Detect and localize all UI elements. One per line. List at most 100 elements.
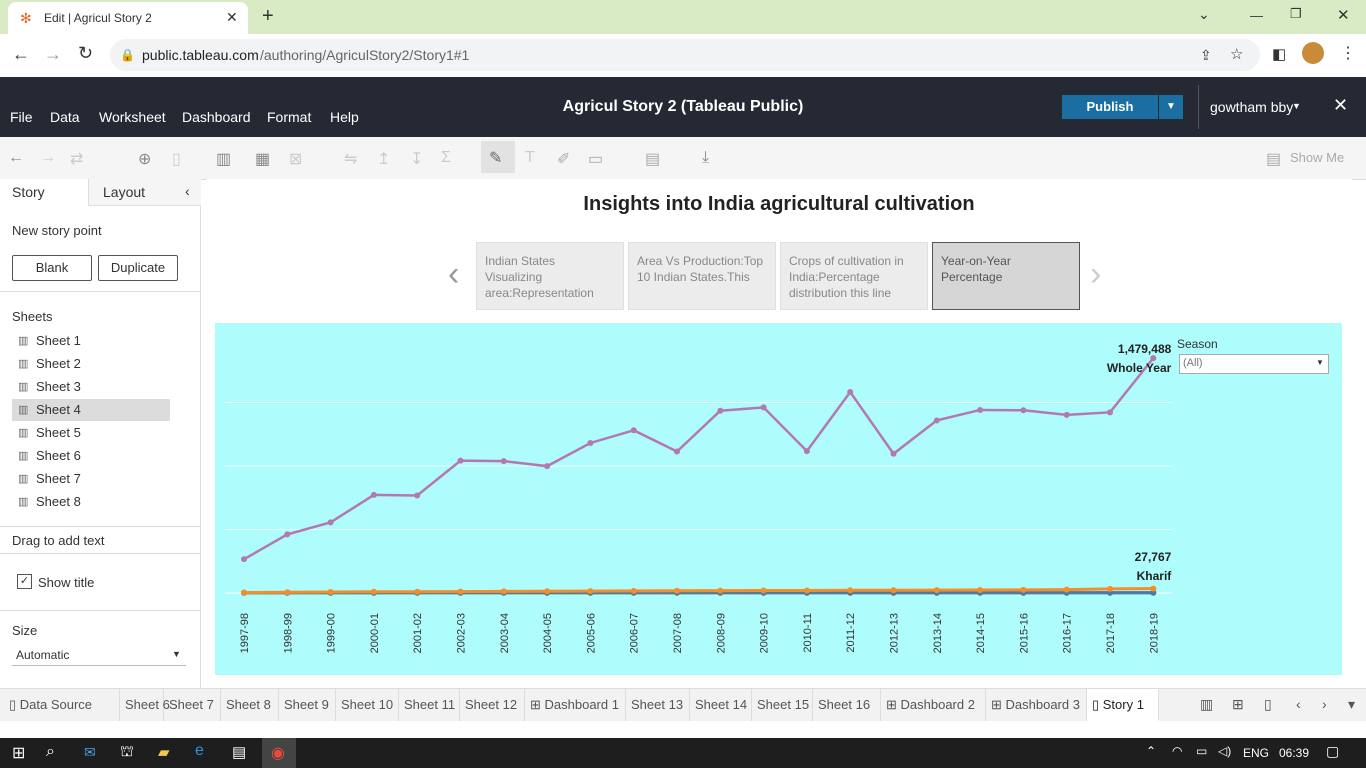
language-indicator[interactable]: ENG: [1243, 746, 1269, 760]
show-me-icon[interactable]: ▤: [1266, 149, 1281, 169]
browser-menu-icon[interactable]: ⋮: [1340, 43, 1356, 63]
sheet-tab[interactable]: Sheet 8: [221, 689, 279, 721]
sheet-tab[interactable]: Sheet 11: [399, 689, 460, 721]
tab-story[interactable]: Story: [0, 179, 88, 206]
sort-asc-icon[interactable]: ↥: [377, 149, 390, 169]
duplicate-button[interactable]: Duplicate: [98, 255, 178, 281]
scroll-right-icon[interactable]: ›: [1322, 696, 1327, 712]
fit-icon[interactable]: ▭: [588, 149, 603, 169]
story-point-2[interactable]: Area Vs Production:Top 10 Indian States.…: [628, 242, 776, 310]
sheet-tab[interactable]: Sheet 16: [813, 689, 881, 721]
story-point-1[interactable]: Indian States Visualizing area:Represent…: [476, 242, 624, 310]
new-story-icon[interactable]: ▯: [1264, 696, 1272, 713]
sheet-list-item-selected[interactable]: ▥ Sheet 4: [12, 399, 170, 421]
labels-icon[interactable]: T: [525, 149, 535, 167]
new-worksheet-icon[interactable]: ▥: [216, 149, 231, 169]
profile-avatar[interactable]: [1302, 42, 1324, 64]
collapse-pane-icon[interactable]: ‹: [185, 183, 190, 199]
forward-icon[interactable]: →: [44, 44, 62, 65]
edge-icon[interactable]: e: [195, 742, 204, 760]
sheet-tab[interactable]: Sheet 14: [690, 689, 752, 721]
format-icon[interactable]: ✐: [557, 149, 570, 169]
show-title-checkbox[interactable]: ✓: [17, 574, 32, 589]
battery-icon[interactable]: ▭: [1196, 744, 1207, 758]
clear-sheet-icon[interactable]: ⊠: [289, 149, 302, 169]
swap-icon[interactable]: ⇋: [344, 149, 357, 169]
new-datasource-icon[interactable]: ⊕: [138, 149, 151, 169]
sheet-tab[interactable]: Sheet 15: [752, 689, 813, 721]
sheet-list-item[interactable]: ▥ Sheet 1: [12, 330, 170, 352]
sheet-tab[interactable]: Sheet 12: [460, 689, 525, 721]
window-close-icon[interactable]: ✕: [1337, 6, 1350, 24]
sheet-tab[interactable]: Sheet 7: [164, 689, 221, 721]
publish-button[interactable]: Publish: [1062, 95, 1158, 119]
sheet-list-item[interactable]: ▥ Sheet 5: [12, 422, 170, 444]
sheet-list-item[interactable]: ▥ Sheet 3: [12, 376, 170, 398]
menu-dashboard[interactable]: Dashboard: [182, 109, 251, 125]
store-icon[interactable]: ⛫: [120, 743, 134, 762]
pause-updates-icon[interactable]: ▯: [172, 149, 181, 169]
story-point-3[interactable]: Crops of cultivation in India:Percentage…: [780, 242, 928, 310]
download-icon[interactable]: ⤓: [702, 149, 709, 167]
restore-icon[interactable]: ❐: [1290, 6, 1302, 22]
url-field[interactable]: 🔒 public.tableau.com /authoring/AgriculS…: [110, 39, 1260, 71]
tab-layout[interactable]: Layout ‹: [88, 179, 201, 206]
sheet-tab[interactable]: Sheet 13: [626, 689, 690, 721]
sheet-tab[interactable]: Sheet 6: [120, 689, 170, 721]
windows-start-icon[interactable]: ⊞: [12, 743, 25, 763]
sheet-list-item[interactable]: ▥ Sheet 8: [12, 491, 170, 513]
notifications-icon[interactable]: ▢: [1326, 743, 1339, 760]
wifi-icon[interactable]: ◠: [1172, 744, 1182, 758]
sort-desc-icon[interactable]: ↧: [410, 149, 423, 169]
season-filter-select[interactable]: (All) ▼: [1179, 354, 1329, 374]
sheet-tab[interactable]: Sheet 10: [336, 689, 399, 721]
new-tab-icon[interactable]: +: [262, 5, 274, 28]
clock[interactable]: 06:39: [1279, 746, 1309, 760]
undo-icon[interactable]: ←: [8, 149, 24, 167]
sheet-tab[interactable]: ⊞ Dashboard 1: [525, 689, 626, 721]
menu-format[interactable]: Format: [267, 109, 311, 125]
chrome-taskbar-button[interactable]: ◉: [262, 738, 296, 768]
sidepanel-icon[interactable]: ◧: [1272, 45, 1286, 63]
search-icon[interactable]: ⌕: [46, 743, 55, 761]
user-menu[interactable]: gowtham bby: [1210, 99, 1293, 115]
menu-help[interactable]: Help: [330, 109, 359, 125]
totals-icon[interactable]: Σ: [441, 149, 451, 167]
sheet-tab[interactable]: Sheet 9: [279, 689, 336, 721]
publish-dropdown-icon[interactable]: ▼: [1159, 95, 1183, 119]
file-explorer-icon[interactable]: ▰: [158, 743, 170, 761]
share-icon[interactable]: ⇪: [1200, 39, 1212, 71]
drag-to-add-text[interactable]: Drag to add text: [12, 533, 105, 548]
data-source-tab[interactable]: ▯ Data Source: [4, 689, 120, 721]
sheet-list-item[interactable]: ▥ Sheet 2: [12, 353, 170, 375]
next-story-point-icon[interactable]: ›: [1090, 257, 1101, 291]
sheet-tab[interactable]: ⊞ Dashboard 3: [986, 689, 1087, 721]
user-chevron-down-icon[interactable]: ▼: [1292, 101, 1301, 111]
blank-button[interactable]: Blank: [12, 255, 92, 281]
show-me-button[interactable]: Show Me: [1290, 150, 1344, 165]
story-point-4-active[interactable]: Year-on-Year Percentage: [932, 242, 1080, 310]
presentation-icon[interactable]: ▤: [645, 149, 660, 169]
tabs-menu-icon[interactable]: ▾: [1348, 696, 1355, 713]
mail-icon[interactable]: ✉: [84, 744, 96, 761]
redo-icon[interactable]: →: [40, 149, 56, 167]
browser-tab[interactable]: ✻ Edit | Agricul Story 2 ✕: [8, 2, 248, 34]
menu-data[interactable]: Data: [50, 109, 80, 125]
document-app-icon[interactable]: ▤: [232, 743, 246, 761]
duplicate-sheet-icon[interactable]: ▦: [255, 149, 270, 169]
sheet-list-item[interactable]: ▥ Sheet 6: [12, 445, 170, 467]
close-editor-icon[interactable]: ✕: [1333, 95, 1348, 116]
close-tab-icon[interactable]: ✕: [226, 9, 238, 26]
reload-icon[interactable]: ↻: [78, 43, 93, 64]
replace-data-icon[interactable]: ⇄: [70, 149, 83, 169]
tab-search-icon[interactable]: ⌄: [1198, 6, 1210, 23]
highlight-button[interactable]: ✎: [481, 141, 515, 173]
menu-worksheet[interactable]: Worksheet: [99, 109, 166, 125]
size-select[interactable]: Automatic ▼: [12, 645, 186, 666]
back-icon[interactable]: ←: [12, 44, 30, 65]
tray-chevron-up-icon[interactable]: ⌃: [1146, 744, 1156, 758]
new-worksheet-icon[interactable]: ▥: [1200, 696, 1213, 713]
bookmark-star-icon[interactable]: ☆: [1230, 39, 1243, 71]
minimize-icon[interactable]: —: [1250, 8, 1263, 23]
menu-file[interactable]: File: [10, 109, 33, 125]
